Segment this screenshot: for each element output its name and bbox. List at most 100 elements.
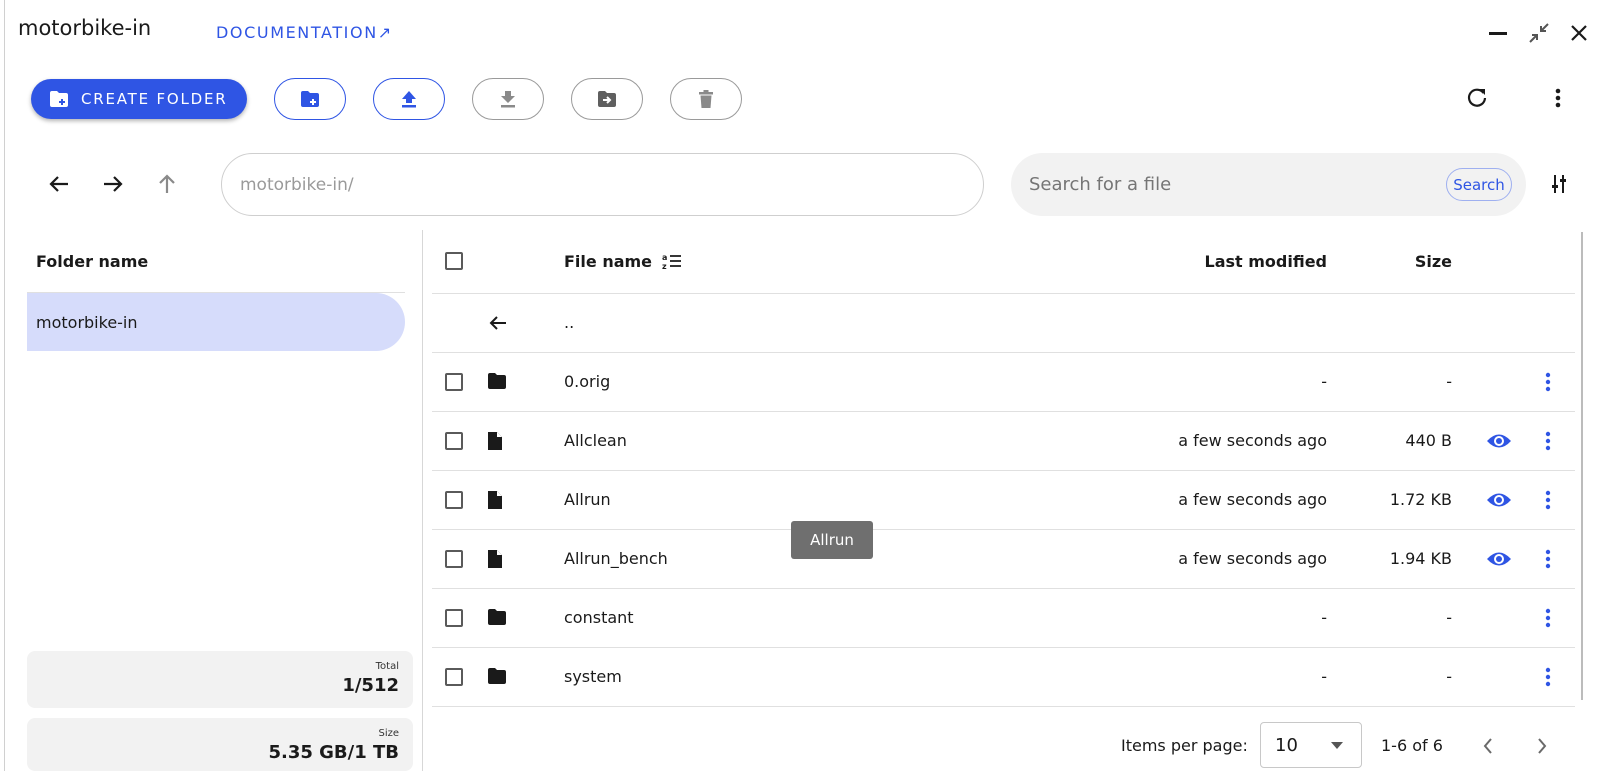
size-header[interactable]: Size (1415, 252, 1452, 271)
file-icon (488, 549, 502, 568)
file-name[interactable]: Allrun (564, 490, 611, 509)
create-folder-label: CREATE FOLDER (81, 90, 228, 108)
more-vert-icon (1545, 549, 1551, 568)
file-name[interactable]: constant (564, 608, 634, 627)
more-vert-icon (1545, 372, 1551, 391)
folder-icon (488, 608, 506, 625)
arrow-left-icon (489, 316, 506, 330)
documentation-link[interactable]: DOCUMENTATION↗ (216, 23, 391, 42)
upload-button[interactable] (373, 78, 445, 120)
filename-tooltip: Allrun (791, 521, 873, 559)
previous-page-button[interactable] (1470, 728, 1506, 764)
file-name[interactable]: Allrun_bench (564, 549, 668, 568)
path-value: motorbike-in/ (240, 174, 354, 195)
download-button[interactable] (472, 78, 544, 120)
total-label: Total (375, 661, 399, 672)
folder-icon (488, 667, 506, 684)
items-per-page-select[interactable]: 10 (1260, 722, 1362, 768)
arrow-left-icon (49, 176, 68, 192)
folder-type-icon (487, 372, 507, 394)
file-icon (488, 490, 502, 509)
more-options-button[interactable] (1540, 80, 1576, 116)
eye-icon (1487, 493, 1511, 506)
close-button[interactable] (1564, 18, 1594, 48)
size-stat-card: Size 5.35 GB/1 TB (27, 718, 413, 771)
folder-add-icon (301, 91, 319, 107)
move-button[interactable] (571, 78, 643, 120)
parent-folder-button[interactable] (480, 305, 516, 341)
row-checkbox[interactable] (445, 372, 463, 391)
next-page-button[interactable] (1524, 728, 1560, 764)
file-name[interactable]: system (564, 667, 622, 686)
file-size: 440 B (1405, 430, 1452, 450)
create-folder-icon (50, 91, 68, 107)
panel-divider (422, 230, 423, 771)
create-folder-button[interactable]: CREATE FOLDER (31, 79, 247, 119)
total-stat-card: Total 1/512 (27, 651, 413, 708)
more-vert-icon (1555, 88, 1561, 108)
pagination-range: 1-6 of 6 (1381, 736, 1443, 755)
preview-button[interactable] (1481, 541, 1517, 577)
row-actions-button[interactable] (1530, 482, 1566, 518)
file-type-icon (487, 549, 503, 573)
file-type-icon (487, 490, 503, 514)
last-modified: - (1321, 607, 1327, 627)
row-actions-button[interactable] (1530, 364, 1566, 400)
file-size: - (1446, 371, 1452, 391)
row-checkbox[interactable] (445, 667, 463, 686)
table-scrollbar[interactable] (1581, 232, 1583, 700)
last-modified-header[interactable]: Last modified (1205, 252, 1328, 271)
dropdown-arrow-icon (1331, 742, 1343, 749)
more-vert-icon (1545, 490, 1551, 509)
preview-button[interactable] (1481, 423, 1517, 459)
back-button[interactable] (41, 166, 77, 202)
row-checkbox[interactable] (445, 549, 463, 568)
collapse-icon (1529, 23, 1549, 43)
row-actions-button[interactable] (1530, 600, 1566, 636)
folder-move-icon (598, 91, 616, 107)
arrow-right-icon (104, 176, 123, 192)
row-actions-button[interactable] (1530, 659, 1566, 695)
folder-icon (488, 372, 506, 389)
tune-icon (1552, 175, 1566, 193)
minimize-button[interactable] (1483, 18, 1513, 48)
row-checkbox[interactable] (445, 608, 463, 627)
path-input[interactable]: motorbike-in/ (221, 153, 984, 216)
search-button[interactable]: Search (1446, 168, 1512, 201)
svg-text:z: z (662, 262, 667, 270)
file-name-header[interactable]: File name a z (564, 252, 682, 271)
last-modified: a few seconds ago (1178, 430, 1327, 450)
search-placeholder: Search for a file (1029, 174, 1172, 195)
download-icon (501, 91, 515, 108)
search-options-button[interactable] (1541, 166, 1577, 202)
delete-button[interactable] (670, 78, 742, 120)
refresh-button[interactable] (1459, 80, 1495, 116)
up-button[interactable] (149, 166, 185, 202)
row-actions-button[interactable] (1530, 423, 1566, 459)
file-name-header-label: File name (564, 252, 653, 271)
row-actions-button[interactable] (1530, 541, 1566, 577)
preview-button[interactable] (1481, 482, 1517, 518)
folder-type-icon (487, 667, 507, 689)
file-name[interactable]: Allclean (564, 431, 627, 450)
svg-text:a: a (662, 253, 667, 262)
close-icon (1571, 25, 1587, 41)
forward-button[interactable] (95, 166, 131, 202)
last-modified: - (1321, 666, 1327, 686)
file-size: 1.72 KB (1389, 489, 1452, 509)
total-value: 1/512 (342, 675, 399, 696)
minimize-icon (1489, 32, 1507, 35)
new-folder-button[interactable] (274, 78, 346, 120)
folder-item-motorbike-in[interactable]: motorbike-in (27, 293, 405, 351)
collapse-button[interactable] (1524, 18, 1554, 48)
parent-folder-link[interactable]: .. (564, 313, 574, 332)
row-checkbox[interactable] (445, 431, 463, 450)
app-title: motorbike-in (18, 16, 152, 40)
refresh-icon (1467, 88, 1487, 107)
more-vert-icon (1545, 608, 1551, 627)
row-checkbox[interactable] (445, 490, 463, 509)
file-name[interactable]: 0.orig (564, 372, 610, 391)
more-vert-icon (1545, 431, 1551, 450)
items-per-page-value: 10 (1275, 734, 1298, 756)
select-all-checkbox[interactable] (445, 252, 463, 270)
